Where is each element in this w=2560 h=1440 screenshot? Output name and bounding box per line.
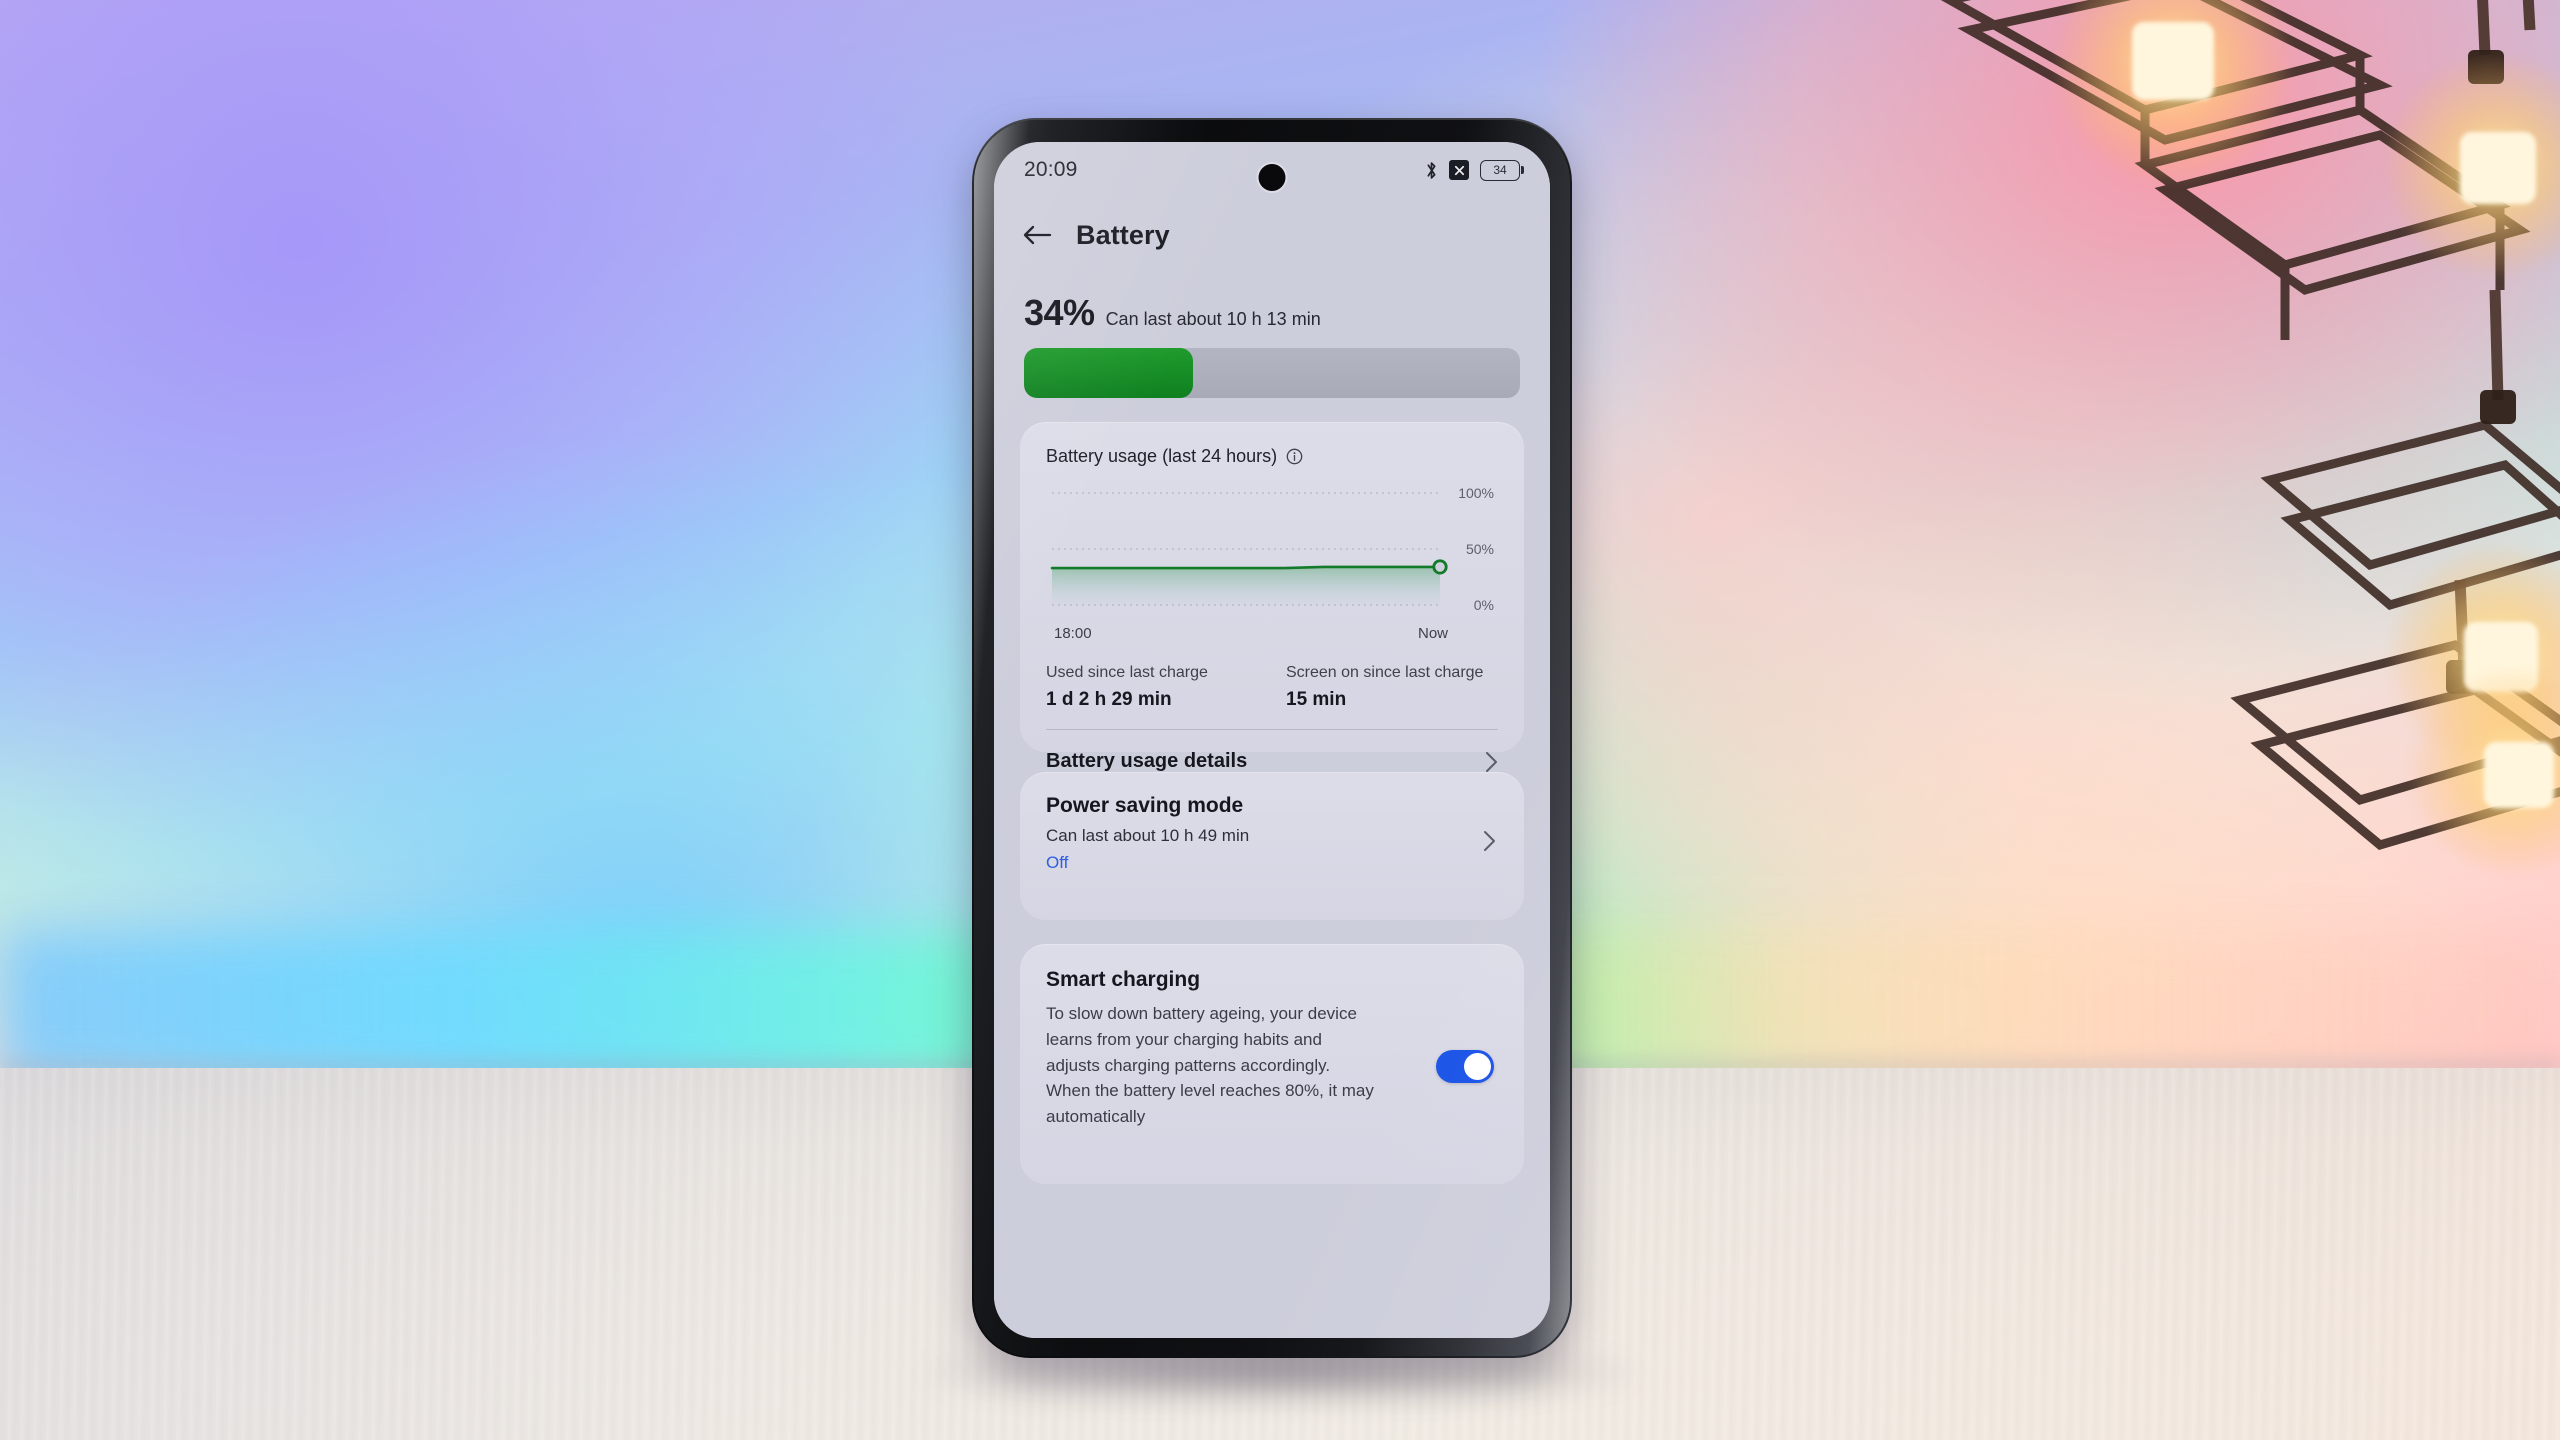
battery-icon-level: 34 (1493, 163, 1507, 177)
app-header: Battery (994, 204, 1550, 266)
usage-stats-grid: Used since last charge 1 d 2 h 29 min Sc… (1046, 663, 1498, 711)
chart-xtick-end: Now (1418, 625, 1449, 642)
battery-level-bar-fill (1024, 348, 1193, 398)
usage-card-title: Battery usage (last 24 hours) (1046, 446, 1278, 466)
smart-charging-title: Smart charging (1046, 968, 1201, 991)
stat-label: Screen on since last charge (1286, 664, 1484, 681)
battery-percent: 34% (1024, 292, 1095, 333)
battery-level-row: 34% Can last about 10 h 13 min (1024, 292, 1520, 334)
lamp-bulb-core (2484, 742, 2554, 808)
battery-estimate-text: Can last about 10 h 13 min (1105, 309, 1321, 329)
chart-ytick-0: 0% (1473, 597, 1494, 613)
smart-charging-card: Smart charging To slow down battery agei… (1020, 944, 1524, 1184)
power-saving-mode-estimate: Can last about 10 h 49 min (1046, 826, 1250, 845)
page-title: Battery (1076, 219, 1170, 250)
usage-card-title-row: Battery usage (last 24 hours) (1046, 446, 1498, 467)
chart-ytick-50: 50% (1465, 541, 1494, 557)
battery-level-bar-track (1024, 348, 1520, 398)
bluetooth-icon (1427, 161, 1436, 179)
chevron-right-icon (1484, 831, 1495, 851)
mobile-data-off-icon (1449, 160, 1469, 180)
photo-scene: 20:09 34 Battery 34% Can last about 10 h… (0, 0, 2560, 1440)
battery-usage-chart: 100% 50% 0% 18:00 Now (1046, 485, 1498, 642)
battery-usage-card: Battery usage (last 24 hours) 100% 50% 0… (1020, 422, 1524, 772)
stat-used-since-last-charge: Used since last charge 1 d 2 h 29 min (1046, 663, 1272, 711)
lamp-bulb-core (2460, 132, 2536, 204)
chevron-right-icon (1486, 751, 1497, 772)
status-bar-clock: 20:09 (1024, 158, 1078, 181)
phone-screen[interactable]: 20:09 34 Battery 34% Can last about 10 h… (994, 142, 1550, 1338)
back-arrow-icon[interactable] (1022, 224, 1052, 246)
power-saving-mode-state: Off (1046, 853, 1069, 872)
battery-usage-details-label: Battery usage details (1046, 750, 1248, 773)
stat-value: 15 min (1286, 689, 1347, 711)
battery-icon: 34 (1480, 159, 1524, 181)
battery-usage-details-row[interactable]: Battery usage details (1046, 730, 1498, 773)
power-saving-mode-title: Power saving mode (1046, 794, 1244, 817)
geometric-pendant-lamp (1940, 0, 2560, 980)
power-saving-mode-card[interactable]: Power saving mode Can last about 10 h 49… (1020, 772, 1524, 920)
chart-xtick-start: 18:00 (1054, 625, 1092, 642)
battery-level-block: 34% Can last about 10 h 13 min (1024, 292, 1520, 398)
lamp-bulb-core (2132, 22, 2214, 100)
smart-charging-description: To slow down battery ageing, your device… (1046, 1004, 1374, 1127)
stat-label: Used since last charge (1046, 664, 1208, 681)
smart-charging-toggle[interactable] (1436, 1050, 1494, 1083)
stat-screen-on-since-last-charge: Screen on since last charge 15 min (1272, 663, 1498, 711)
toggle-knob (1464, 1053, 1491, 1080)
chart-svg (1050, 492, 1448, 606)
chart-ytick-100: 100% (1458, 485, 1494, 501)
stat-value: 1 d 2 h 29 min (1046, 689, 1172, 711)
info-icon[interactable] (1286, 448, 1303, 465)
status-bar-icons: 34 (1425, 159, 1524, 181)
smartphone-device: 20:09 34 Battery 34% Can last about 10 h… (972, 118, 1572, 1358)
status-bar: 20:09 34 (994, 142, 1550, 198)
